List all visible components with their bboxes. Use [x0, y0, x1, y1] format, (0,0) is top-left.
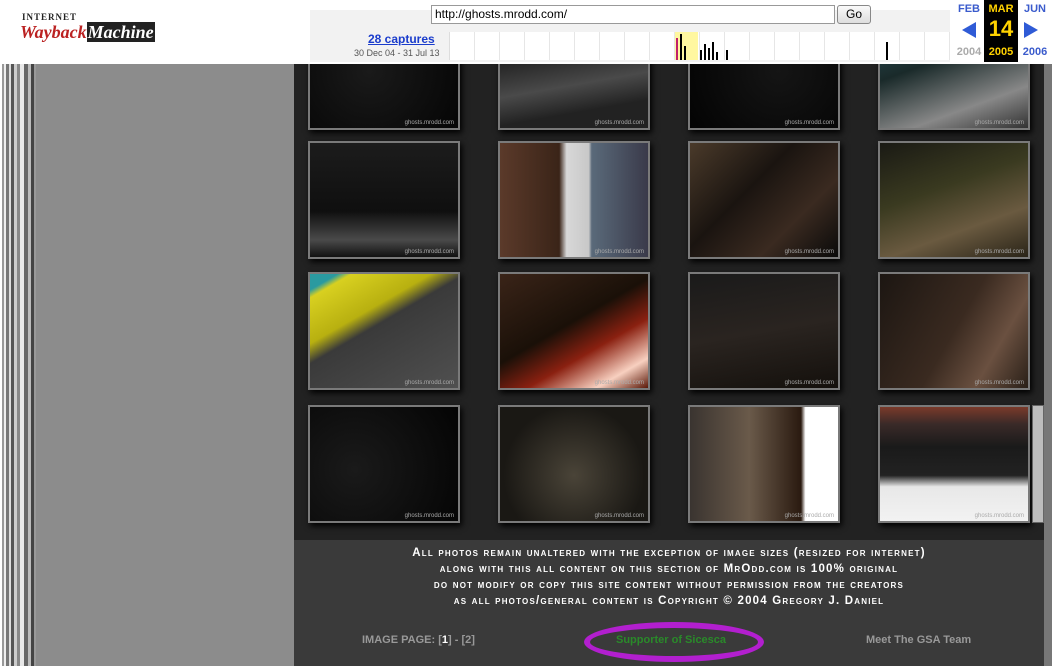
sparkline-year-column	[825, 32, 850, 60]
photo-caption: ghosts.mrodd.com	[784, 380, 834, 386]
current-month: MAR	[988, 3, 1014, 15]
supporter-link[interactable]: Supporter of Sicesca	[616, 634, 726, 646]
meet-team-link[interactable]: Meet The GSA Team	[866, 634, 971, 646]
current-day: 14	[988, 16, 1014, 41]
right-edge	[1044, 64, 1052, 666]
photo-caption: ghosts.mrodd.com	[594, 380, 644, 386]
sparkline-year-column	[850, 32, 875, 60]
photo-thumbnail[interactable]: ghosts.mrodd.com	[878, 141, 1030, 259]
sparkline-capture-tick	[680, 34, 682, 60]
photo-caption: ghosts.mrodd.com	[974, 513, 1024, 519]
sparkline-year-column	[900, 32, 925, 60]
photo-caption: ghosts.mrodd.com	[974, 380, 1024, 386]
photo-thumbnail[interactable]: ghosts.mrodd.com	[308, 141, 460, 259]
photo-thumbnail[interactable]: ghosts.mrodd.com	[498, 405, 650, 523]
captures-link[interactable]: 28 captures	[368, 32, 435, 46]
sparkline-year-column	[775, 32, 800, 60]
capture-sparkline[interactable]	[449, 32, 950, 60]
sparkline-capture-tick	[676, 38, 678, 60]
capture-date-range: 30 Dec 04 - 31 Jul 13	[354, 48, 440, 58]
photo-caption: ghosts.mrodd.com	[404, 513, 454, 519]
notice-line-1: All photos remain unaltered with the exc…	[412, 547, 926, 559]
sparkline-year-column	[450, 32, 475, 60]
photo-caption: ghosts.mrodd.com	[404, 120, 454, 126]
go-button[interactable]: Go	[837, 5, 871, 24]
photo-thumbnail[interactable]: ghosts.mrodd.com	[308, 405, 460, 523]
sparkline-year-column	[550, 32, 575, 60]
sparkline-year-column	[500, 32, 525, 60]
prev-month-label[interactable]: FEB	[954, 3, 984, 15]
image-page-label: IMAGE PAGE:	[362, 634, 436, 646]
sparkline-year-column	[650, 32, 675, 60]
url-input[interactable]	[431, 5, 835, 24]
scrollbar-thumb[interactable]	[1032, 405, 1044, 523]
sparkline-year-column	[475, 32, 500, 60]
notice-line-4: as all photos/general content is Copyrig…	[453, 595, 885, 607]
logo-way-text: Wayback	[20, 22, 87, 42]
photo-caption: ghosts.mrodd.com	[784, 249, 834, 255]
wayback-toolbar: INTERNET ARCHIVE WaybackMachine Go 28 ca…	[0, 0, 1052, 64]
photo-thumbnail[interactable]: ghosts.mrodd.com	[688, 405, 840, 523]
photo-caption: ghosts.mrodd.com	[594, 513, 644, 519]
photo-thumbnail[interactable]: ghosts.mrodd.com	[498, 141, 650, 259]
wayback-logo[interactable]: INTERNET ARCHIVE WaybackMachine	[20, 12, 155, 50]
page-2-link[interactable]: 2	[465, 634, 471, 646]
page-1-link[interactable]: 1	[442, 634, 448, 646]
sparkline-year-column	[600, 32, 625, 60]
notice-line-3: do not modify or copy this site content …	[433, 579, 905, 591]
month-navigator: FEB MAR 14 2005 JUN 2004 2006	[950, 0, 1052, 64]
prev-capture-arrow-icon[interactable]	[962, 22, 976, 38]
photo-thumbnail[interactable]: ghosts.mrodd.com	[688, 141, 840, 259]
current-year: 2005	[988, 46, 1014, 58]
copyright-notice: All photos remain unaltered with the exc…	[294, 540, 1044, 616]
photo-caption: ghosts.mrodd.com	[594, 120, 644, 126]
photo-thumbnail[interactable]: ghosts.mrodd.com	[308, 272, 460, 390]
sparkline-capture-tick	[712, 42, 714, 60]
photo-caption: ghosts.mrodd.com	[594, 249, 644, 255]
sparkline-year-column	[800, 32, 825, 60]
photo-caption: ghosts.mrodd.com	[974, 120, 1024, 126]
photo-caption: ghosts.mrodd.com	[784, 120, 834, 126]
photo-thumbnail[interactable]: ghosts.mrodd.com	[878, 405, 1030, 523]
sparkline-capture-tick	[708, 48, 710, 60]
photo-caption: ghosts.mrodd.com	[404, 380, 454, 386]
gallery-footer: IMAGE PAGE: [1] - [2] Supporter of Sices…	[294, 616, 1044, 666]
sparkline-capture-tick	[716, 52, 718, 60]
sparkline-year-column	[675, 32, 700, 60]
left-sidebar-background	[36, 64, 294, 666]
image-page-nav: IMAGE PAGE: [1] - [2]	[362, 634, 475, 646]
sparkline-capture-tick	[886, 42, 888, 60]
sparkline-capture-tick	[704, 44, 706, 60]
sparkline-capture-tick	[684, 46, 686, 60]
photo-caption: ghosts.mrodd.com	[784, 513, 834, 519]
sparkline-year-column	[750, 32, 775, 60]
sparkline-year-column	[625, 32, 650, 60]
sparkline-year-column	[525, 32, 550, 60]
photo-thumbnail[interactable]: ghosts.mrodd.com	[878, 272, 1030, 390]
next-capture-arrow-icon[interactable]	[1024, 22, 1038, 38]
next-year-label[interactable]: 2006	[1020, 46, 1050, 58]
photo-thumbnail[interactable]: ghosts.mrodd.com	[498, 272, 650, 390]
sparkline-year-column	[725, 32, 750, 60]
photo-caption: ghosts.mrodd.com	[974, 249, 1024, 255]
prev-year-label: 2004	[956, 46, 982, 58]
logo-wayback-machine: WaybackMachine	[20, 22, 155, 48]
current-capture-date: MAR 14 2005	[984, 0, 1018, 62]
left-decorative-strips	[0, 64, 36, 666]
notice-line-2: along with this all content on this sect…	[439, 563, 899, 575]
next-month-label[interactable]: JUN	[1020, 3, 1050, 15]
sparkline-capture-tick	[700, 50, 702, 60]
photo-caption: ghosts.mrodd.com	[404, 249, 454, 255]
logo-machine-text: Machine	[86, 22, 155, 42]
sparkline-year-column	[925, 32, 950, 60]
sparkline-capture-tick	[726, 50, 728, 60]
sparkline-year-column	[575, 32, 600, 60]
photo-thumbnail[interactable]: ghosts.mrodd.com	[688, 272, 840, 390]
